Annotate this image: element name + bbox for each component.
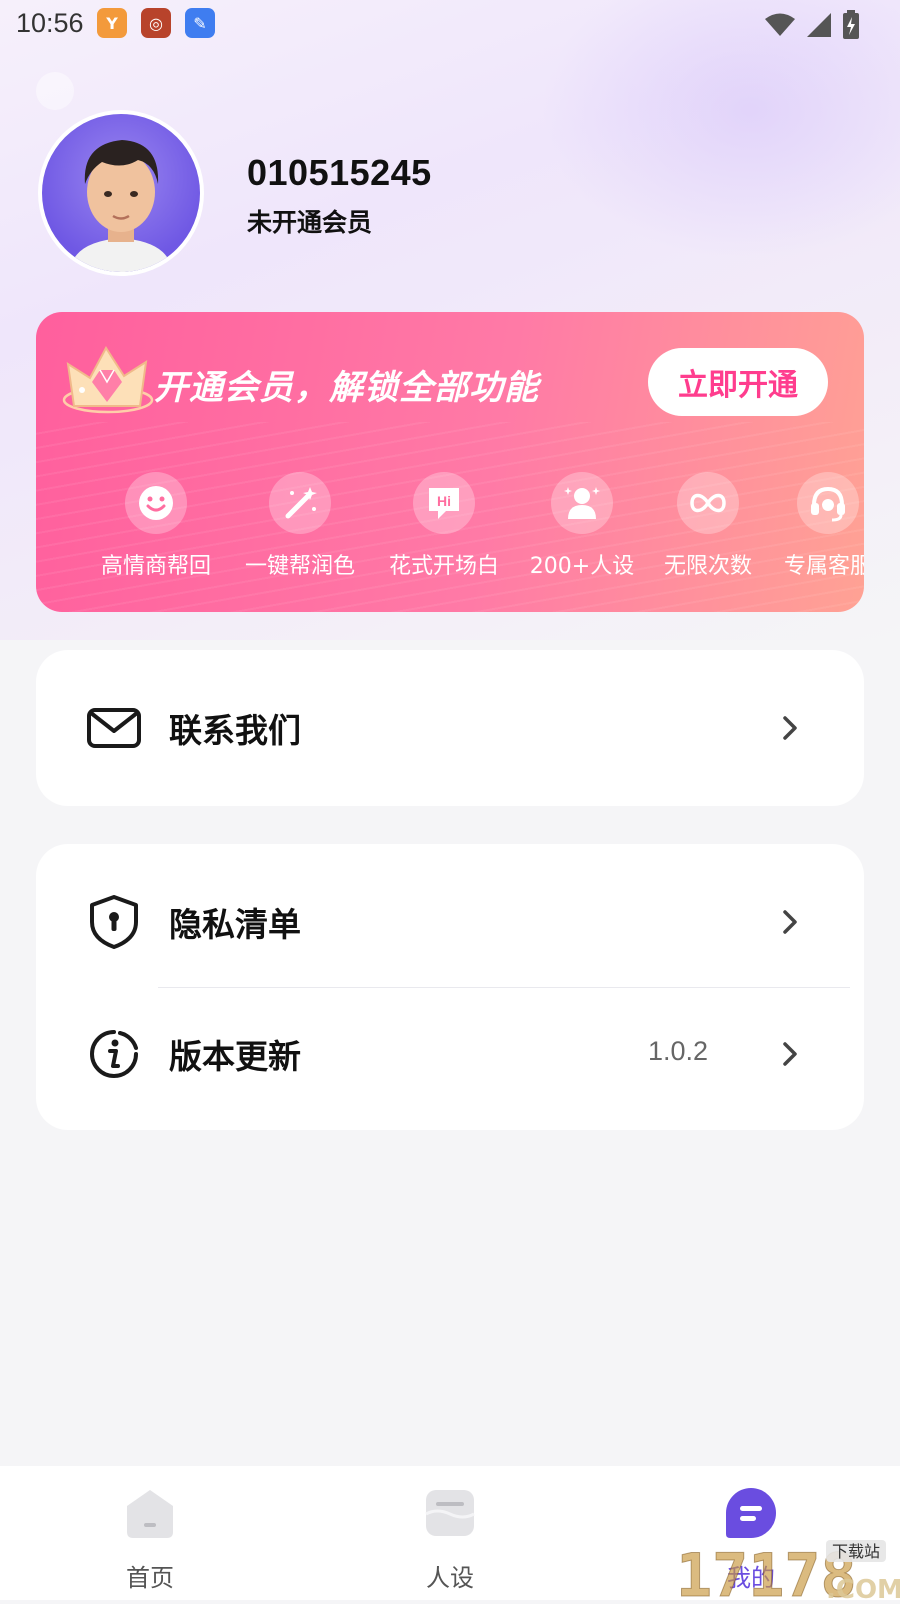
crown-icon bbox=[62, 346, 154, 414]
feature-item: 一键帮润色 bbox=[230, 472, 370, 580]
privacy-list-label: 隐私清单 bbox=[169, 905, 301, 944]
divider bbox=[158, 987, 850, 988]
info-icon bbox=[86, 1026, 142, 1082]
svg-text:下载站: 下载站 bbox=[832, 1542, 880, 1561]
settings-card: 隐私清单 版本更新 1.0.2 bbox=[36, 844, 864, 1130]
feature-label: 花式开场白 bbox=[388, 554, 499, 579]
vip-promo-card[interactable]: 开通会员，解锁全部功能 立即开通 高情商帮回 一键帮润色 Hi 花式开场白 20… bbox=[36, 312, 864, 612]
feature-label: 200+人设 bbox=[529, 554, 635, 579]
person-sparkle-icon bbox=[551, 472, 613, 534]
version-number: 1.0.2 bbox=[647, 1036, 708, 1066]
contact-us-row[interactable]: 联系我们 bbox=[36, 668, 864, 788]
vip-feature-list: 高情商帮回 一键帮润色 Hi 花式开场白 200+人设 无限次数 专属客服 bbox=[36, 472, 864, 592]
battery-icon bbox=[843, 10, 859, 39]
chevron-right-icon bbox=[783, 910, 797, 934]
feature-item: 200+人设 bbox=[512, 472, 652, 580]
svg-text:Hi: Hi bbox=[437, 493, 451, 509]
version-update-label: 版本更新 bbox=[169, 1037, 301, 1076]
notification-app-icon: Y bbox=[97, 8, 127, 38]
chevron-right-icon bbox=[783, 1042, 797, 1066]
status-time: 10:56 bbox=[16, 8, 84, 38]
persona-icon bbox=[425, 1490, 475, 1536]
infinity-icon bbox=[677, 472, 739, 534]
nav-item-persona[interactable]: 人设 bbox=[350, 1466, 550, 1600]
privacy-list-row[interactable]: 隐私清单 bbox=[36, 862, 864, 982]
avatar[interactable] bbox=[38, 110, 204, 276]
vip-title: 开通会员，解锁全部功能 bbox=[154, 368, 539, 408]
feature-item: 高情商帮回 bbox=[86, 472, 226, 580]
notification-app-icon: ✎ bbox=[185, 8, 215, 38]
feature-item: 无限次数 bbox=[638, 472, 778, 580]
feature-label: 一键帮润色 bbox=[244, 554, 355, 579]
nav-label: 人设 bbox=[426, 1564, 474, 1592]
shield-lock-icon bbox=[86, 894, 142, 950]
avatar-image bbox=[42, 114, 200, 272]
home-icon bbox=[127, 1490, 173, 1538]
status-indicators bbox=[764, 10, 860, 40]
nav-label: 首页 bbox=[126, 1564, 174, 1592]
svg-text:.COM: .COM bbox=[826, 1575, 900, 1600]
watermark-17178: 17178 .COM 下载站 bbox=[676, 1532, 900, 1604]
smile-icon bbox=[125, 472, 187, 534]
feature-label: 专属客服 bbox=[783, 554, 864, 579]
wifi-icon bbox=[765, 13, 795, 36]
open-membership-button[interactable]: 立即开通 bbox=[648, 348, 828, 416]
contact-us-label: 联系我们 bbox=[169, 711, 301, 750]
notification-app-icon: ◎ bbox=[141, 8, 171, 38]
feature-label: 无限次数 bbox=[663, 554, 752, 579]
decorative-dot bbox=[36, 72, 74, 110]
status-bar: 10:56 Y ◎ ✎ bbox=[0, 0, 900, 50]
signal-icon bbox=[807, 13, 831, 37]
version-update-row[interactable]: 版本更新 1.0.2 bbox=[36, 994, 864, 1114]
feature-item: Hi 花式开场白 bbox=[374, 472, 514, 580]
feature-item: 专属客服 bbox=[758, 472, 864, 580]
member-status: 未开通会员 bbox=[247, 208, 373, 237]
hi-chat-icon: Hi bbox=[413, 472, 475, 534]
feature-label: 高情商帮回 bbox=[100, 554, 211, 579]
mail-icon bbox=[86, 700, 142, 756]
headset-icon bbox=[797, 472, 859, 534]
chevron-right-icon bbox=[783, 716, 797, 740]
contact-card: 联系我们 bbox=[36, 650, 864, 806]
user-id: 010515245 bbox=[247, 152, 432, 193]
magic-wand-icon bbox=[269, 472, 331, 534]
nav-item-home[interactable]: 首页 bbox=[50, 1466, 250, 1600]
